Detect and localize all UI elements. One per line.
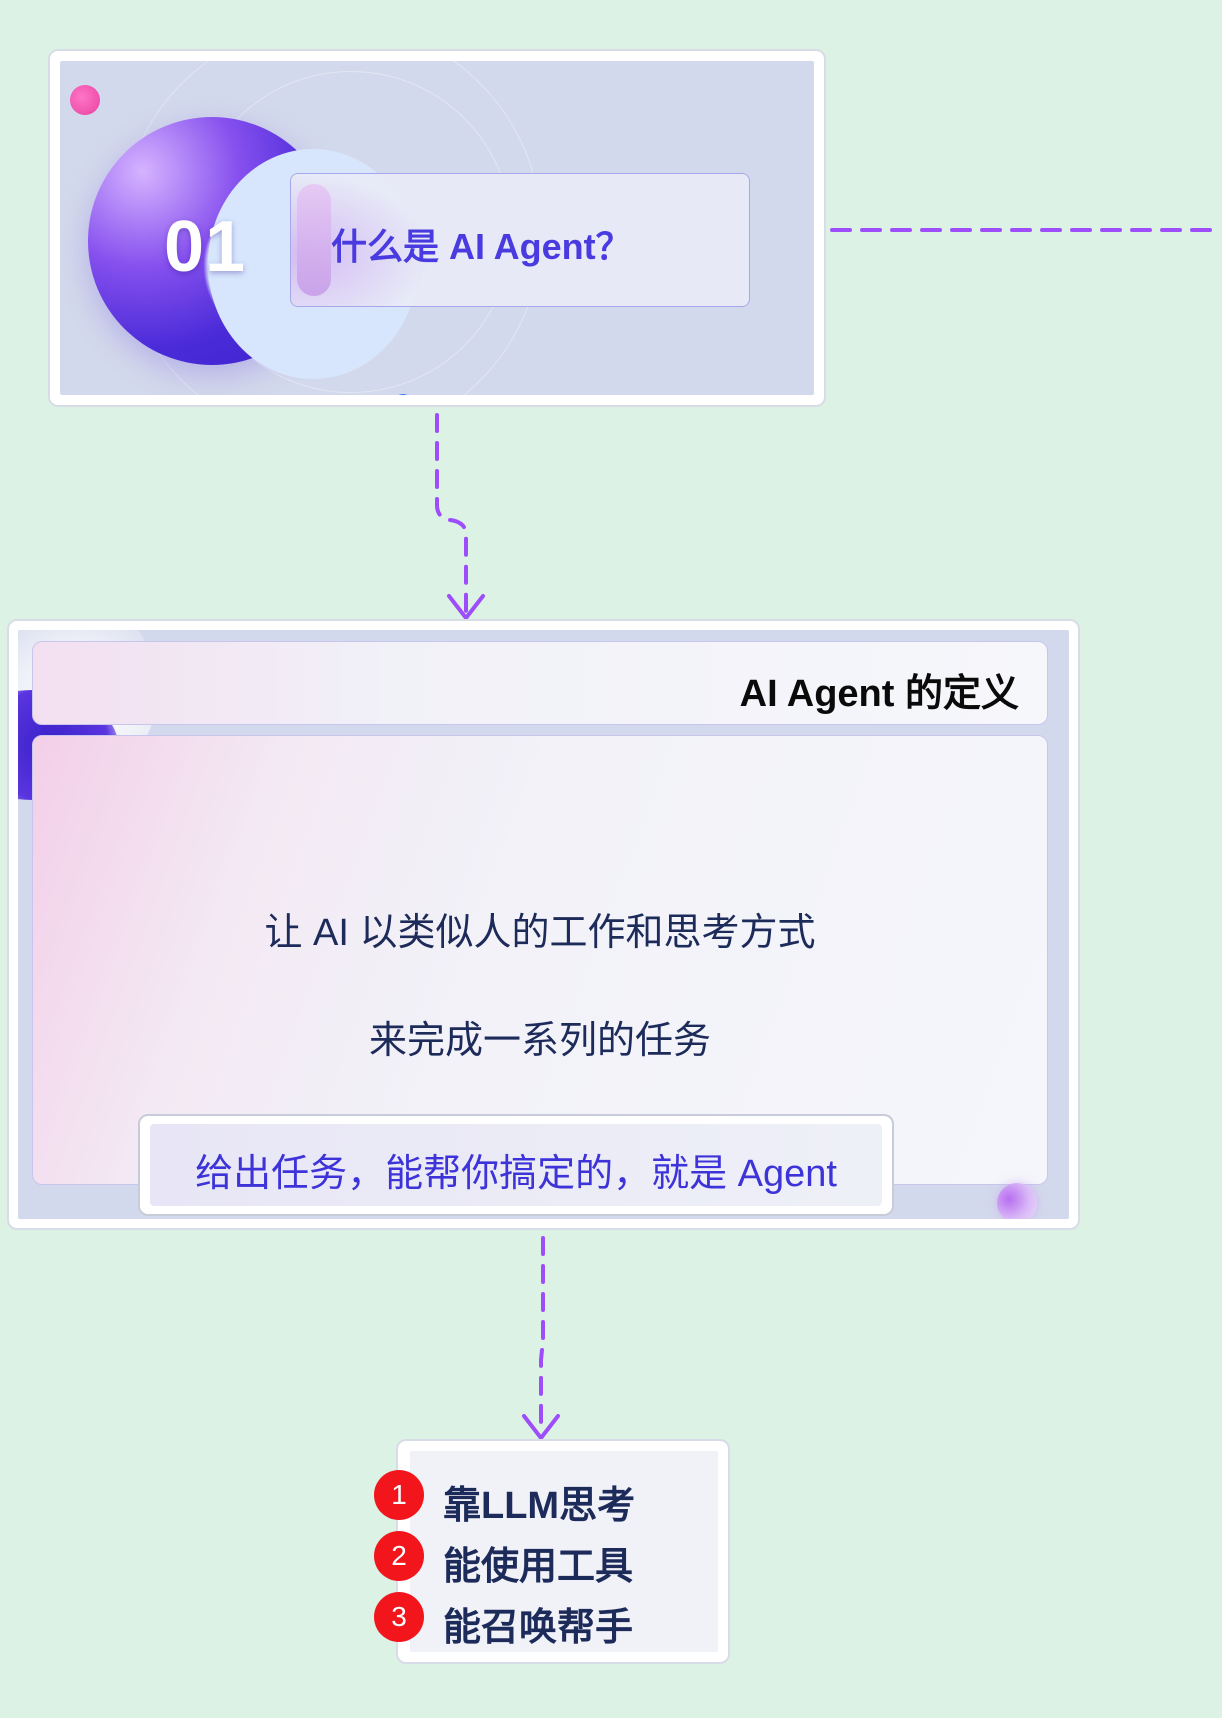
capability-item: 1 靠LLM思考 (374, 1468, 714, 1527)
topic-title-box: 什么是 AI Agent？ (290, 173, 750, 307)
connector-definition-to-list (539, 1236, 545, 1434)
definition-line-1: 让 AI 以类似人的工作和思考方式 (264, 912, 816, 954)
topic-card-01[interactable]: 什么是 AI Agent？ 01 (48, 49, 826, 407)
definition-summary: 给出任务，能帮你搞定的，就是 Agent (195, 1153, 837, 1195)
decor-pill (297, 184, 331, 296)
definition-card[interactable]: AI Agent 的定义 让 AI 以类似人的工作和思考方式 来完成一系列的任务… (7, 619, 1080, 1230)
connector-arrowhead-definition (447, 594, 485, 622)
connector-arrowhead-list (522, 1414, 560, 1442)
topic-title: 什么是 AI Agent？ (331, 226, 632, 267)
capability-label: 靠LLM思考 (443, 1485, 636, 1527)
capability-item: 3 能召唤帮手 (374, 1590, 714, 1649)
connector-01-to-definition (435, 413, 468, 614)
capability-number-badge: 3 (374, 1592, 424, 1642)
capability-label: 能使用工具 (443, 1546, 634, 1588)
definition-header: AI Agent 的定义 (32, 641, 1048, 725)
decor-pink-dot (70, 85, 100, 115)
topic-number: 01 (164, 207, 247, 287)
definition-card-inner: AI Agent 的定义 让 AI 以类似人的工作和思考方式 来完成一系列的任务… (18, 630, 1069, 1219)
capability-number-badge: 1 (374, 1470, 424, 1520)
topic-card-inner: 什么是 AI Agent？ 01 (60, 61, 814, 395)
capability-number-badge: 2 (374, 1531, 424, 1581)
definition-line-2: 来完成一系列的任务 (368, 1020, 711, 1062)
capability-label: 能召唤帮手 (443, 1607, 634, 1649)
decor-orb (997, 1183, 1037, 1219)
definition-title: AI Agent 的定义 (739, 673, 1019, 715)
capability-item: 2 能使用工具 (374, 1529, 714, 1588)
definition-summary-badge: 给出任务，能帮你搞定的，就是 Agent (138, 1114, 894, 1216)
